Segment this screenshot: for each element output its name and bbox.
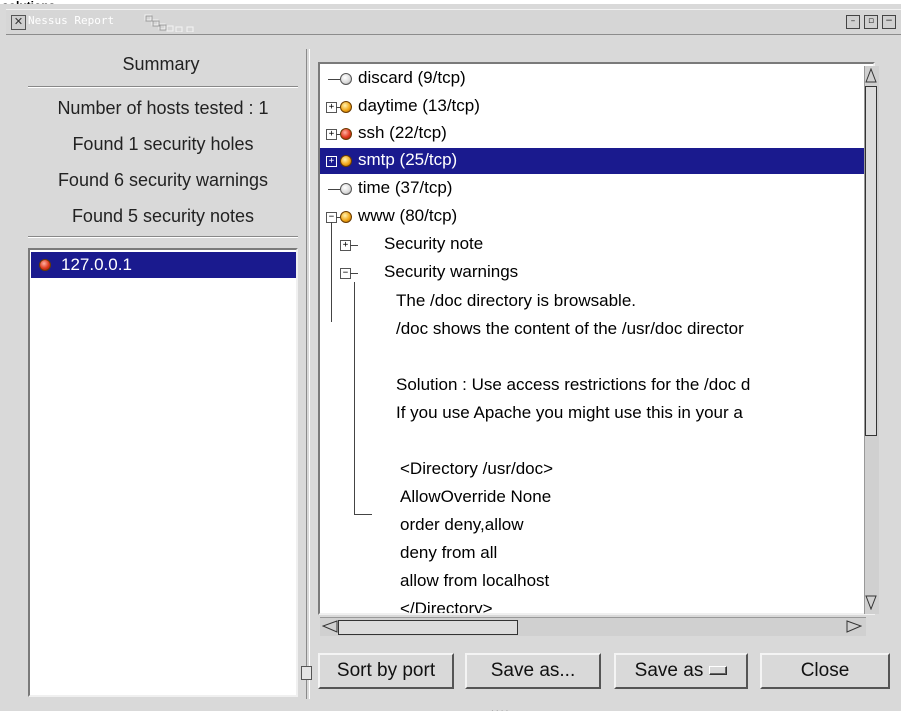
warning-text-line: <Directory /usr/doc>	[400, 459, 554, 478]
security-warnings-label: Security warnings	[384, 262, 519, 281]
yellow-dot-icon	[340, 211, 352, 223]
red-dot-icon	[340, 128, 352, 140]
warning-text-line: /doc shows the content of the /usr/doc d…	[396, 319, 744, 338]
tree-item-www[interactable]: − www (80/tcp)	[320, 204, 860, 230]
host-item-127-0-0-1[interactable]: 127.0.0.1	[31, 252, 296, 278]
warning-text-line: If you use Apache you might use this in …	[396, 403, 743, 422]
window-title: Nessus Report	[28, 14, 115, 27]
warning-text-line: allow from localhost	[400, 571, 550, 590]
host-list[interactable]: 127.0.0.1	[28, 248, 298, 697]
option-menu-indicator-icon	[709, 666, 728, 676]
minimize-icon[interactable]: –	[846, 15, 860, 29]
close-window-icon[interactable]: ✕	[11, 15, 26, 30]
summary-separator-2	[28, 236, 298, 238]
warning-text-line: deny from all	[400, 543, 498, 562]
tree-connector	[354, 282, 355, 514]
warning-text-line: Solution : Use access restrictions for t…	[396, 375, 751, 394]
port-label: discard (9/tcp)	[358, 68, 466, 87]
warning-text-line: </Directory>	[400, 599, 493, 615]
titlebar-decoration-icon	[144, 14, 194, 32]
hosts-tested-count: Number of hosts tested : 1	[57, 98, 269, 118]
scroll-thumb[interactable]	[338, 620, 518, 635]
warning-text-line: AllowOverride None	[400, 487, 552, 506]
white-dot-icon	[340, 183, 352, 195]
tree-item-security-warnings[interactable]: − Security warnings	[320, 260, 860, 286]
tree-connector	[350, 273, 358, 274]
summary-separator	[28, 86, 298, 88]
nessus-report-window: ✕ Nessus Report – ▫ − Summary Number of …	[0, 4, 901, 715]
expand-icon[interactable]: +	[326, 156, 337, 167]
tree-vertical-scrollbar[interactable]	[864, 66, 879, 614]
summary-heading: Summary	[122, 54, 200, 74]
scroll-right-arrow-icon[interactable]	[846, 620, 862, 633]
tree-item-daytime[interactable]: + daytime (13/tcp)	[320, 94, 860, 120]
sort-by-port-button[interactable]: Sort by port	[318, 653, 454, 689]
save-as-format-menu[interactable]: Save as	[614, 653, 748, 689]
pane-splitter[interactable]	[306, 49, 310, 699]
tree-item-discard[interactable]: discard (9/tcp)	[320, 66, 860, 92]
scroll-thumb[interactable]	[865, 86, 877, 436]
pane-sash-handle[interactable]	[301, 666, 312, 680]
port-label: smtp (25/tcp)	[358, 150, 458, 169]
tree-connector	[354, 514, 372, 515]
security-note-label: Security note	[384, 234, 484, 253]
warning-text-line: order deny,allow	[400, 515, 524, 534]
port-label: daytime (13/tcp)	[358, 96, 480, 115]
scroll-left-arrow-icon[interactable]	[322, 620, 338, 633]
tree-connector	[328, 79, 340, 80]
yellow-dot-icon	[340, 101, 352, 113]
report-tree[interactable]: discard (9/tcp) + daytime (13/tcp) + ssh…	[318, 62, 875, 615]
white-dot-icon	[340, 73, 352, 85]
tree-item-security-note[interactable]: + Security note	[320, 232, 860, 258]
tree-item-ssh[interactable]: + ssh (22/tcp)	[320, 121, 860, 147]
save-as-format-label: Save as	[634, 660, 704, 681]
tree-connector	[350, 245, 358, 246]
port-label: www (80/tcp)	[358, 206, 458, 225]
tree-item-smtp[interactable]: + smtp (25/tcp)	[320, 148, 864, 174]
port-label: time (37/tcp)	[358, 178, 453, 197]
port-label: ssh (22/tcp)	[358, 123, 447, 142]
scroll-down-arrow-icon[interactable]	[865, 594, 877, 610]
scroll-up-arrow-icon[interactable]	[865, 68, 877, 84]
tree-horizontal-scrollbar[interactable]	[320, 617, 866, 636]
close-button[interactable]: Close	[760, 653, 890, 689]
host-label: 127.0.0.1	[61, 255, 132, 274]
security-holes-count: Found 1 security holes	[72, 134, 254, 154]
shade-icon[interactable]: −	[882, 15, 896, 29]
security-notes-count: Found 5 security notes	[71, 206, 255, 226]
tree-item-time[interactable]: time (37/tcp)	[320, 176, 860, 202]
security-warnings-count: Found 6 security warnings	[57, 170, 269, 190]
title-bar[interactable]: ✕ Nessus Report – ▫ −	[6, 9, 901, 35]
save-as-button[interactable]: Save as...	[465, 653, 601, 689]
tree-connector	[328, 189, 340, 190]
red-dot-icon	[39, 259, 51, 271]
yellow-dot-icon	[340, 155, 352, 167]
maximize-icon[interactable]: ▫	[864, 15, 878, 29]
warning-text-line: The /doc directory is browsable.	[396, 291, 636, 310]
